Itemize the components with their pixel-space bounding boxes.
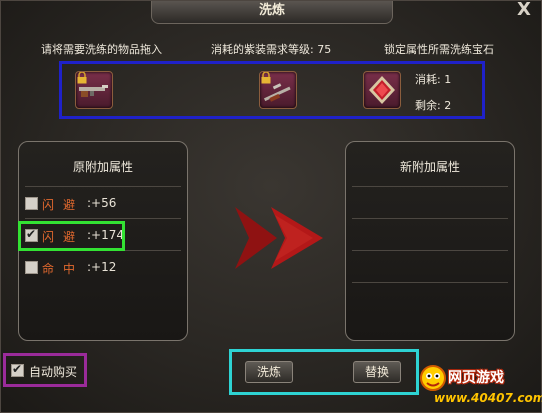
refine-gem-slot[interactable]	[363, 71, 401, 109]
attribute-name: 闪避	[42, 198, 85, 212]
window-title: 洗炼	[151, 1, 393, 24]
original-attributes-title: 原附加属性	[72, 160, 133, 174]
replace-button[interactable]: 替换	[353, 361, 401, 383]
refine-window: 洗炼 X 请将需要洗练的物品拖入 消耗的紫装需求等级: 75 锁定属性所需洗练宝…	[0, 0, 542, 413]
new-attributes-panel: 新附加属性	[345, 141, 515, 341]
double-arrow-icon	[235, 207, 323, 269]
auto-buy-checkbox[interactable]	[11, 362, 24, 377]
lock-icon	[261, 72, 271, 84]
gem-remaining-text: 剩余: 2	[415, 99, 452, 112]
refine-button[interactable]: 洗炼	[245, 361, 293, 383]
item-slot-2[interactable]	[259, 71, 297, 109]
divider	[352, 186, 508, 187]
attribute-value: :+56	[87, 196, 117, 210]
gem-icon	[369, 76, 395, 104]
selected-attribute-highlight	[18, 221, 125, 251]
mascot-logo-icon	[420, 365, 446, 391]
drag-hint-text: 请将需要洗练的物品拖入	[41, 43, 162, 56]
lock-icon	[77, 72, 87, 84]
divider	[352, 250, 508, 251]
attribute-lock-checkbox[interactable]	[25, 261, 38, 274]
site-watermark: 网页游戏 www.40407.com	[416, 359, 542, 409]
brand-url: www.40407.com	[434, 391, 542, 405]
attribute-name: 命中	[42, 262, 85, 276]
divider	[352, 282, 508, 283]
level-requirement-text: 消耗的紫装需求等级: 75	[211, 43, 332, 56]
divider	[25, 186, 181, 187]
attribute-value: :+12	[87, 260, 117, 274]
gem-consume-text: 消耗: 1	[415, 73, 452, 86]
attribute-lock-checkbox[interactable]	[25, 197, 38, 210]
lock-gem-hint-text: 锁定属性所需洗练宝石	[384, 43, 494, 56]
new-attributes-title: 新附加属性	[399, 160, 460, 174]
auto-buy-label: 自动购买	[29, 365, 78, 379]
brand-name: 网页游戏	[448, 370, 504, 386]
attribute-row: 闪避 :+56	[25, 194, 183, 216]
close-button[interactable]: X	[515, 1, 533, 19]
divider	[352, 218, 508, 219]
attribute-row: 命中 :+12	[25, 258, 183, 280]
divider	[25, 218, 181, 219]
item-slot-1[interactable]	[75, 71, 113, 109]
